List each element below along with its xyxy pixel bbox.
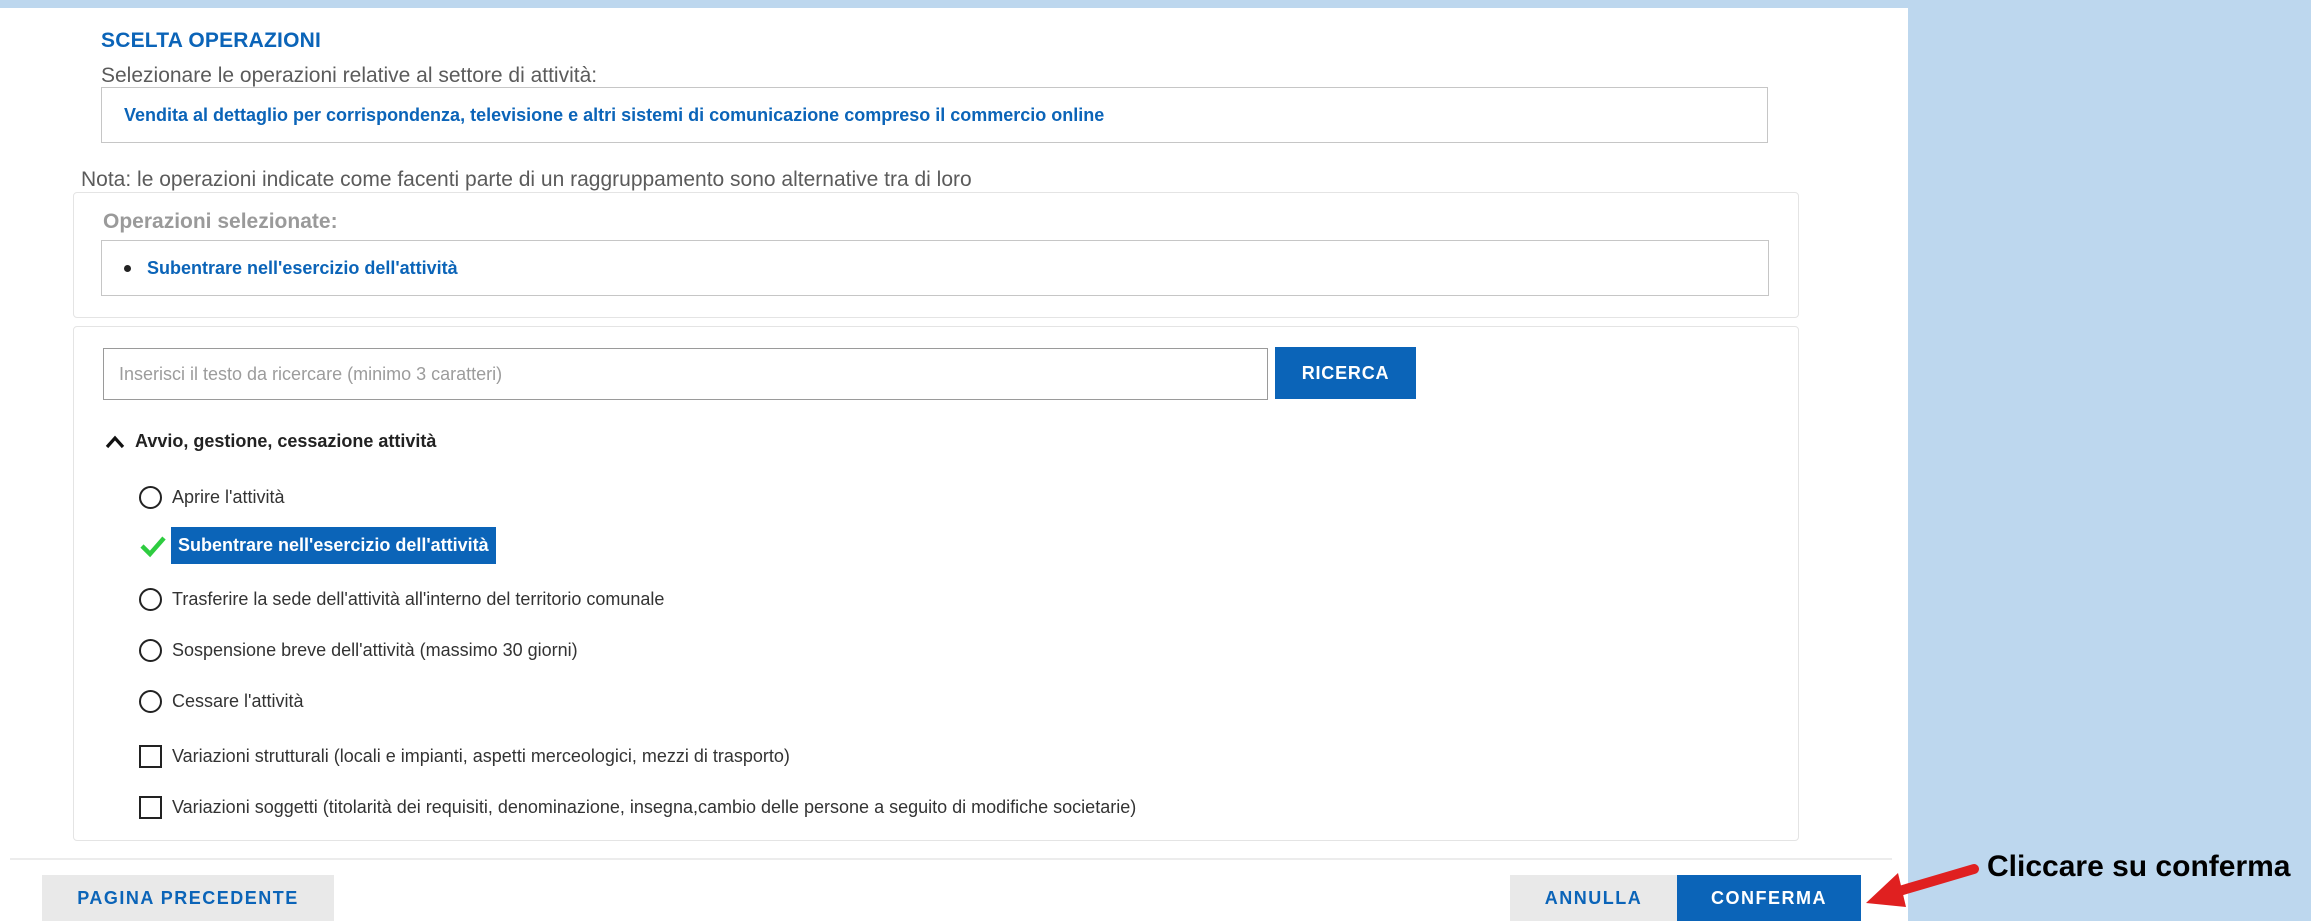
note-text: Nota: le operazioni indicate come facent… (81, 168, 972, 191)
group-header-avvio[interactable]: Avvio, gestione, cessazione attività (105, 431, 436, 452)
confirm-button[interactable]: CONFERMA (1677, 875, 1861, 921)
option-trasferire-sede[interactable]: Trasferire la sede dell'attività all'int… (139, 588, 664, 611)
option-label: Variazioni strutturali (locali e impiant… (172, 746, 790, 766)
group-title: Avvio, gestione, cessazione attività (135, 431, 437, 451)
arrow-left-icon (1866, 864, 1979, 907)
section-title: SCELTA OPERAZIONI (101, 29, 322, 52)
option-label: Cessare l'attività (172, 691, 304, 711)
option-cessare-attivita[interactable]: Cessare l'attività (139, 690, 303, 713)
checkbox-icon[interactable] (139, 745, 162, 768)
search-button[interactable]: RICERCA (1275, 347, 1416, 399)
radio-icon[interactable] (139, 690, 162, 713)
previous-page-button[interactable]: PAGINA PRECEDENTE (42, 875, 334, 921)
bullet-icon (124, 264, 131, 272)
option-subentrare-esercizio[interactable]: Subentrare nell'esercizio dell'attività (139, 527, 496, 564)
cancel-button[interactable]: ANNULLA (1510, 875, 1677, 921)
radio-icon[interactable] (139, 588, 162, 611)
radio-icon[interactable] (139, 639, 162, 662)
option-label: Sospensione breve dell'attività (massimo… (172, 640, 578, 660)
option-aprire-attivita[interactable]: Aprire l'attività (139, 486, 284, 509)
selected-operations-list: Subentrare nell'esercizio dell'attività (101, 240, 1769, 296)
section-subtitle: Selezionare le operazioni relative al se… (101, 64, 598, 87)
sector-field: Vendita al dettaglio per corrispondenza,… (101, 87, 1768, 143)
divider (10, 858, 1892, 860)
callout-text: Cliccare su conferma (1987, 850, 2291, 883)
radio-icon[interactable] (139, 486, 162, 509)
chevron-up-icon (105, 435, 125, 448)
selected-operations-title: Operazioni selezionate: (103, 210, 338, 233)
option-variazioni-soggetti[interactable]: Variazioni soggetti (titolarità dei requ… (139, 796, 1136, 819)
option-variazioni-strutturali[interactable]: Variazioni strutturali (locali e impiant… (139, 745, 790, 768)
option-label: Trasferire la sede dell'attività all'int… (172, 589, 665, 609)
option-sospensione-breve[interactable]: Sospensione breve dell'attività (massimo… (139, 639, 578, 662)
checkbox-icon[interactable] (139, 796, 162, 819)
option-label: Variazioni soggetti (titolarità dei requ… (172, 797, 1137, 817)
search-input[interactable] (103, 348, 1268, 400)
option-label: Aprire l'attività (172, 487, 285, 507)
check-icon (140, 536, 166, 557)
selected-operation-item: Subentrare nell'esercizio dell'attività (147, 257, 458, 278)
option-label-selected: Subentrare nell'esercizio dell'attività (171, 527, 496, 564)
